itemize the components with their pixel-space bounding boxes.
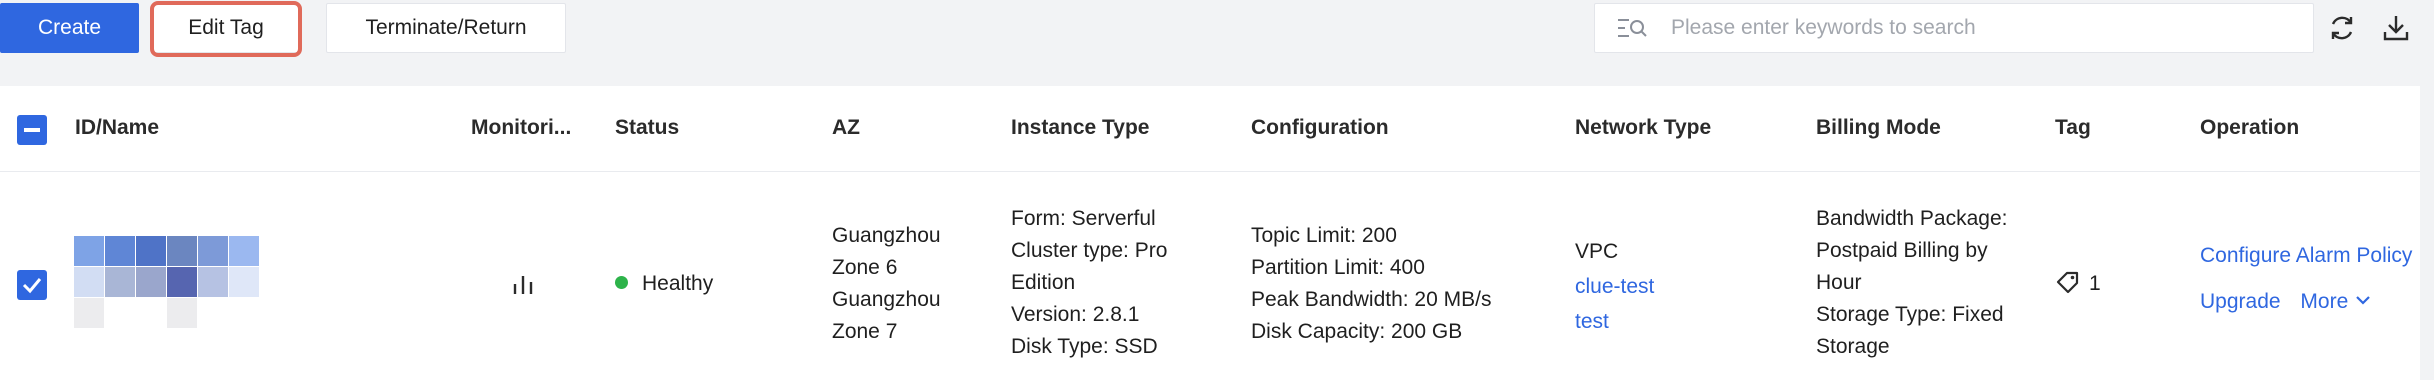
az-line: Zone 7 bbox=[832, 320, 898, 343]
table-header: ID/Name Monitori... Status AZ Instance T… bbox=[0, 86, 2420, 172]
instance-type-cell: Form: Serverful Cluster type: Pro Editio… bbox=[1011, 203, 1167, 363]
az-line: Guangzhou bbox=[832, 288, 941, 311]
healthy-status-dot bbox=[615, 275, 628, 289]
network-type-cell: VPC clue-test test bbox=[1575, 234, 1654, 339]
more-label: More bbox=[2300, 290, 2349, 313]
checkmark-icon bbox=[22, 278, 42, 294]
column-header-status[interactable]: Status bbox=[615, 116, 679, 140]
refresh-icon[interactable] bbox=[2326, 12, 2358, 44]
billing-line: Storage bbox=[1816, 335, 1890, 358]
instance-type-line: Version: 2.8.1 bbox=[1011, 303, 1140, 326]
more-dropdown[interactable]: More bbox=[2300, 290, 2372, 313]
column-header-monitoring[interactable]: Monitori... bbox=[471, 116, 571, 140]
search-icon bbox=[1618, 19, 1647, 37]
az-cell: Guangzhou Zone 6 Guangzhou Zone 7 bbox=[832, 220, 941, 348]
vpc-link[interactable]: clue-test bbox=[1575, 269, 1654, 304]
instance-type-line: Form: Serverful bbox=[1011, 207, 1156, 230]
billing-line: Bandwidth Package: bbox=[1816, 207, 2008, 230]
column-header-network-type[interactable]: Network Type bbox=[1575, 116, 1711, 140]
toolbar: Create Edit Tag Terminate/Return bbox=[0, 0, 2434, 58]
search-box[interactable] bbox=[1594, 3, 2314, 53]
column-header-operation: Operation bbox=[2200, 116, 2300, 139]
configuration-line: Partition Limit: 400 bbox=[1251, 256, 1425, 279]
configure-alarm-policy-link[interactable]: Configure Alarm Policy bbox=[2200, 240, 2412, 272]
download-icon[interactable] bbox=[2380, 12, 2412, 44]
column-header-az[interactable]: AZ bbox=[832, 116, 860, 140]
network-type-text: VPC bbox=[1575, 240, 1619, 263]
az-line: Zone 6 bbox=[832, 256, 898, 279]
instance-type-line: Cluster type: Pro bbox=[1011, 239, 1168, 262]
tag-count: 1 bbox=[2089, 272, 2101, 295]
configuration-cell: Topic Limit: 200 Partition Limit: 400 Pe… bbox=[1251, 220, 1491, 348]
status-cell: Healthy bbox=[615, 268, 713, 300]
monitoring-chart-icon[interactable] bbox=[512, 274, 538, 296]
billing-line: Storage Type: Fixed bbox=[1816, 303, 2004, 326]
select-all-checkbox[interactable] bbox=[17, 115, 47, 145]
create-button[interactable]: Create bbox=[0, 3, 139, 53]
column-header-id-name[interactable]: ID/Name bbox=[75, 116, 159, 140]
tag-icon bbox=[2056, 272, 2079, 294]
search-input[interactable] bbox=[1671, 4, 2301, 52]
status-text: Healthy bbox=[642, 272, 714, 295]
tag-cell[interactable]: 1 bbox=[2055, 268, 2101, 300]
upgrade-link[interactable]: Upgrade bbox=[2200, 290, 2281, 313]
chevron-down-icon bbox=[2356, 296, 2371, 306]
subnet-link[interactable]: test bbox=[1575, 304, 1654, 339]
column-header-instance-type[interactable]: Instance Type bbox=[1011, 116, 1150, 140]
instance-id-redacted[interactable] bbox=[74, 236, 259, 332]
column-header-tag[interactable]: Tag bbox=[2055, 116, 2091, 140]
edit-tag-button[interactable]: Edit Tag bbox=[152, 3, 300, 53]
configuration-line: Peak Bandwidth: 20 MB/s bbox=[1251, 288, 1492, 311]
column-header-configuration[interactable]: Configuration bbox=[1251, 116, 1389, 140]
instance-table: ID/Name Monitori... Status AZ Instance T… bbox=[0, 86, 2420, 380]
operation-actions: Upgrade More bbox=[2200, 286, 2372, 318]
instance-type-line: Disk Type: SSD bbox=[1011, 335, 1158, 358]
billing-line: Postpaid Billing by bbox=[1816, 239, 1988, 262]
instance-type-line: Edition bbox=[1011, 271, 1076, 294]
az-line: Guangzhou bbox=[832, 224, 941, 247]
terminate-return-button[interactable]: Terminate/Return bbox=[326, 3, 566, 53]
billing-line: Hour bbox=[1816, 271, 1862, 294]
configuration-line: Topic Limit: 200 bbox=[1251, 224, 1397, 247]
configuration-line: Disk Capacity: 200 GB bbox=[1251, 320, 1463, 343]
billing-mode-cell: Bandwidth Package: Postpaid Billing by H… bbox=[1816, 203, 2007, 363]
column-header-billing-mode[interactable]: Billing Mode bbox=[1816, 116, 1941, 140]
row-checkbox[interactable] bbox=[17, 270, 47, 300]
